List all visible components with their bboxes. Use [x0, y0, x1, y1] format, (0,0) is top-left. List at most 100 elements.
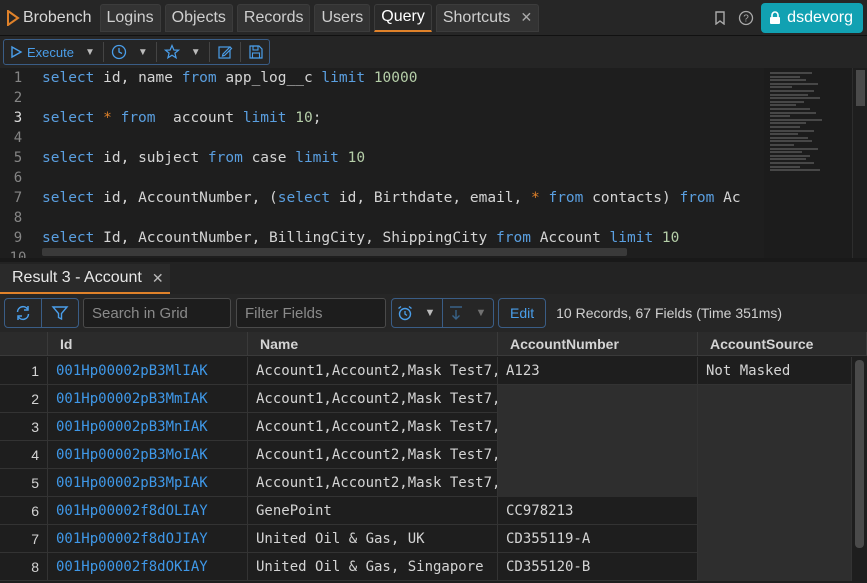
minimap-line	[770, 86, 792, 89]
code-area[interactable]: select id, name from app_log__c limit 10…	[42, 68, 764, 258]
alarm-icon[interactable]	[392, 299, 418, 327]
record-status: 10 Records, 67 Fields (Time 351ms)	[556, 305, 783, 321]
line-number: 10	[9, 250, 27, 258]
line-number: 2	[13, 90, 23, 106]
column-header-id[interactable]: Id	[48, 332, 248, 356]
minimap-line	[770, 133, 798, 136]
close-icon[interactable]: ✕	[152, 270, 164, 287]
svg-text:?: ?	[743, 14, 749, 25]
id-cell[interactable]: 001Hp00002pB3MmIAK	[48, 385, 248, 413]
account-number-cell: CD355120-B	[498, 553, 698, 581]
id-cell[interactable]: 001Hp00002f8dOJIAY	[48, 525, 248, 553]
scrollbar-thumb[interactable]	[855, 360, 864, 548]
account-source-cell	[698, 497, 852, 525]
id-cell[interactable]: 001Hp00002pB3MoIAK	[48, 441, 248, 469]
name-cell: United Oil & Gas, Singapore	[248, 553, 498, 581]
scrollbar-thumb[interactable]	[856, 70, 865, 106]
table-row[interactable]: 6 001Hp00002f8dOLIAY GenePoint CC978213	[0, 497, 852, 525]
minimap-line	[770, 100, 804, 103]
account-number-cell	[498, 385, 698, 413]
account-source-cell	[698, 525, 852, 553]
execute-button[interactable]: Execute	[4, 40, 79, 64]
results-grid: Id Name AccountNumber AccountSource 1 001…	[0, 332, 867, 583]
account-number-cell: CD355119-A	[498, 525, 698, 553]
column-header-name[interactable]: Name	[248, 332, 498, 356]
id-cell[interactable]: 001Hp00002pB3MlIAK	[48, 357, 248, 385]
table-row[interactable]: 2 001Hp00002pB3MmIAK Account1,Account2,Mas…	[0, 385, 852, 413]
minimap-line	[770, 154, 810, 157]
edit-button[interactable]: Edit	[498, 298, 547, 328]
divider	[208, 42, 210, 62]
name-cell: Account1,Account2,Mask Test7,M	[248, 469, 498, 497]
tab-label: Query	[381, 8, 425, 25]
tab-result[interactable]: Result 3 - Account ✕	[0, 264, 170, 294]
account-source-cell: Not Masked	[698, 357, 852, 385]
grid-vertical-scrollbar[interactable]	[852, 356, 867, 583]
table-row[interactable]: 1 001Hp00002pB3MlIAK Account1,Account2,Mas…	[0, 357, 852, 385]
minimap-line	[770, 122, 806, 125]
table-row[interactable]: 4 001Hp00002pB3MoIAK Account1,Account2,Mas…	[0, 441, 852, 469]
row-number-cell: 2	[0, 385, 48, 413]
export-icon[interactable]	[443, 299, 469, 327]
tab-users[interactable]: Users	[314, 3, 371, 32]
refresh-icon[interactable]	[5, 299, 41, 327]
id-cell[interactable]: 001Hp00002pB3MpIAK	[48, 469, 248, 497]
history-button[interactable]	[106, 40, 132, 64]
name-cell: Account1,Account2,Mask Test7,M	[248, 357, 498, 385]
edit-icon	[218, 46, 233, 59]
table-row[interactable]: 3 001Hp00002pB3MnIAK Account1,Account2,Mas…	[0, 413, 852, 441]
account-source-cell	[698, 553, 852, 581]
chevron-down-icon[interactable]: ▼	[418, 299, 442, 327]
account-number-cell: A123	[498, 357, 698, 385]
name-cell: GenePoint	[248, 497, 498, 525]
chevron-down-icon[interactable]: ▼	[132, 40, 154, 64]
table-row[interactable]: 8 001Hp00002f8dOKIAY United Oil & Gas, Sin…	[0, 553, 852, 581]
row-number-cell: 7	[0, 525, 48, 553]
table-row[interactable]: 5 001Hp00002pB3MpIAK Account1,Account2,Mas…	[0, 469, 852, 497]
id-cell[interactable]: 001Hp00002pB3MnIAK	[48, 413, 248, 441]
table-row[interactable]: 7 001Hp00002f8dOJIAY United Oil & Gas, UK C…	[0, 525, 852, 553]
tab-records[interactable]: Records	[236, 3, 311, 32]
minimap-line	[770, 151, 802, 154]
id-cell[interactable]: 001Hp00002f8dOKIAY	[48, 553, 248, 581]
line-number-gutter: 1 2 3 4 5 6 7 8 9 10	[0, 68, 36, 258]
chevron-down-icon[interactable]: ▼	[79, 40, 101, 64]
code-line: select id, name from app_log__c limit 10…	[42, 70, 418, 86]
save-icon	[249, 45, 263, 59]
editor-horizontal-scrollbar[interactable]	[42, 248, 627, 256]
column-header-accountnumber[interactable]: AccountNumber	[498, 332, 698, 356]
tab-query[interactable]: Query	[374, 3, 432, 32]
org-button[interactable]: dsdevorg	[761, 3, 863, 33]
chevron-down-icon[interactable]: ▼	[185, 40, 207, 64]
tab-shortcuts[interactable]: Shortcuts ✕	[435, 3, 540, 32]
favorites-button[interactable]	[159, 40, 185, 64]
query-editor[interactable]: 1 2 3 4 5 6 7 8 9 10 select id, name fro…	[0, 68, 867, 258]
minimap-line	[770, 115, 790, 118]
edit-query-button[interactable]	[212, 40, 238, 64]
editor-vertical-scrollbar[interactable]	[852, 68, 867, 258]
filter-icon[interactable]	[42, 299, 78, 327]
filter-fields-input[interactable]	[236, 298, 386, 328]
tab-objects[interactable]: Objects	[164, 3, 233, 32]
editor-minimap[interactable]	[764, 68, 852, 258]
help-icon[interactable]: ?	[735, 7, 757, 29]
code-line: select id, subject from case limit 10	[42, 150, 366, 166]
line-number: 7	[13, 190, 23, 206]
minimap-line	[770, 90, 814, 92]
grid-search-input[interactable]	[83, 298, 231, 328]
close-icon[interactable]: ✕	[520, 9, 532, 26]
minimap-line	[770, 169, 820, 172]
tab-logins[interactable]: Logins	[99, 3, 161, 32]
bookmark-icon[interactable]	[709, 7, 731, 29]
divider	[102, 42, 104, 62]
id-cell[interactable]: 001Hp00002f8dOLIAY	[48, 497, 248, 525]
chevron-down-icon[interactable]: ▼	[469, 299, 493, 327]
minimap-line	[770, 140, 812, 143]
column-header-accountsource[interactable]: AccountSource	[698, 332, 867, 356]
main-tabs: Logins Objects Records Users Query Short…	[96, 0, 540, 36]
save-button[interactable]	[243, 40, 269, 64]
name-cell: Account1,Account2,Mask Test7,M	[248, 441, 498, 469]
